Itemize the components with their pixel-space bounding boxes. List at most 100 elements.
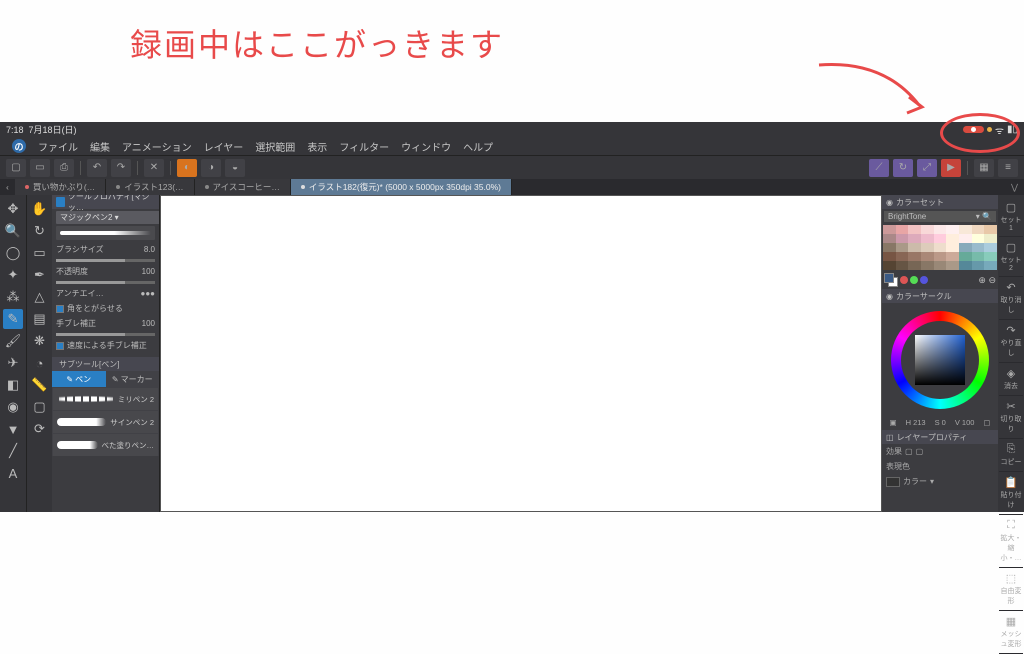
swatch[interactable] bbox=[972, 261, 985, 270]
swatch[interactable] bbox=[896, 252, 909, 261]
swatch[interactable] bbox=[883, 225, 896, 234]
swatch[interactable] bbox=[934, 243, 947, 252]
opacity-slider[interactable] bbox=[56, 281, 155, 284]
opacity-value[interactable]: 100 bbox=[142, 267, 155, 276]
swatch[interactable] bbox=[972, 234, 985, 243]
swatch[interactable] bbox=[896, 225, 909, 234]
app-logo-icon[interactable]: の bbox=[12, 139, 26, 153]
swatch[interactable] bbox=[959, 234, 972, 243]
pen-tool[interactable]: ✎ bbox=[3, 309, 23, 329]
swatch[interactable] bbox=[908, 252, 921, 261]
swatch[interactable] bbox=[984, 243, 997, 252]
correct-tool[interactable]: ⟳ bbox=[30, 419, 50, 439]
swatch[interactable] bbox=[934, 252, 947, 261]
rec-button[interactable]: ▶ bbox=[941, 159, 961, 177]
tab-prev-icon[interactable]: ‹ bbox=[0, 182, 15, 192]
new-button[interactable]: ▢ bbox=[6, 159, 26, 177]
antialias-toggle[interactable]: ●●● bbox=[141, 289, 156, 298]
airbrush-tool[interactable]: ✈ bbox=[3, 353, 23, 373]
swatch[interactable] bbox=[946, 243, 959, 252]
swatch[interactable] bbox=[921, 261, 934, 270]
swatch[interactable] bbox=[921, 234, 934, 243]
swatch[interactable] bbox=[908, 261, 921, 270]
recent-color-3[interactable] bbox=[920, 276, 928, 284]
side-action-5[interactable]: ✂切り取り bbox=[999, 396, 1023, 439]
side-action-3[interactable]: ↷やり直し bbox=[999, 320, 1023, 363]
swatch[interactable] bbox=[934, 234, 947, 243]
layer-color-chip[interactable] bbox=[886, 477, 900, 487]
move-tool[interactable]: ✥ bbox=[3, 199, 23, 219]
menu-selection[interactable]: 選択範囲 bbox=[255, 139, 295, 154]
menu-file[interactable]: ファイル bbox=[38, 139, 78, 154]
undo-button[interactable]: ↶ bbox=[87, 159, 107, 177]
side-action-8[interactable]: ⛶拡大・縮小・… bbox=[999, 515, 1023, 568]
brush-size-slider[interactable] bbox=[56, 259, 155, 262]
shape-tool[interactable]: △ bbox=[30, 287, 50, 307]
swatch[interactable] bbox=[883, 252, 896, 261]
select3-button[interactable]: ◒ bbox=[225, 159, 245, 177]
swatch[interactable] bbox=[972, 225, 985, 234]
brush-item-1[interactable]: ミリペン 2 bbox=[53, 388, 158, 410]
menu-button[interactable]: ≡ bbox=[998, 159, 1018, 177]
color-set-select[interactable]: BrightTone▾ 🔍 bbox=[884, 211, 996, 222]
pen2-tool[interactable]: ✒ bbox=[30, 265, 50, 285]
swatch[interactable] bbox=[984, 234, 997, 243]
doc-tab-1[interactable]: 買い物かぶり(… bbox=[15, 179, 106, 195]
menu-help[interactable]: ヘルプ bbox=[463, 139, 493, 154]
swatch[interactable] bbox=[972, 252, 985, 261]
swatch[interactable] bbox=[921, 252, 934, 261]
save-button[interactable]: ⎙ bbox=[54, 159, 74, 177]
menu-filter[interactable]: フィルター bbox=[339, 139, 389, 154]
brush-item-3[interactable]: べた塗りペン… bbox=[53, 434, 158, 456]
swatch[interactable] bbox=[984, 252, 997, 261]
swatch[interactable] bbox=[896, 234, 909, 243]
menu-animation[interactable]: アニメーション bbox=[122, 139, 192, 154]
side-action-6[interactable]: ⎘コピー bbox=[999, 439, 1023, 472]
swatch[interactable] bbox=[959, 261, 972, 270]
doc-tab-4[interactable]: イラスト182(復元)* (5000 x 5000px 350dpi 35.0%… bbox=[291, 179, 512, 195]
eraser-tool[interactable]: ◧ bbox=[3, 375, 23, 395]
swatch[interactable] bbox=[959, 225, 972, 234]
side-action-10[interactable]: ▦メッシュ変形 bbox=[999, 611, 1023, 654]
stabilize-slider[interactable] bbox=[56, 333, 155, 336]
grid-button[interactable]: ▦ bbox=[974, 159, 994, 177]
doc-tab-2[interactable]: イラスト123(… bbox=[106, 179, 194, 195]
swatch[interactable] bbox=[908, 225, 921, 234]
swatch[interactable] bbox=[883, 261, 896, 270]
rotate-tool[interactable]: ↻ bbox=[30, 221, 50, 241]
menu-view[interactable]: 表示 bbox=[307, 139, 327, 154]
effect-btn-1[interactable]: ▢ bbox=[905, 447, 913, 456]
gradient-tool[interactable]: ▤ bbox=[30, 309, 50, 329]
nav3-button[interactable]: ⤢ bbox=[917, 159, 937, 177]
subtool-tab-pen[interactable]: ✎ ペン bbox=[52, 371, 106, 387]
swatch[interactable] bbox=[934, 225, 947, 234]
lasso-tool[interactable]: ◯ bbox=[3, 243, 23, 263]
swatch[interactable] bbox=[921, 225, 934, 234]
side-action-0[interactable]: ▢セット1 bbox=[999, 197, 1023, 237]
swatch[interactable] bbox=[934, 261, 947, 270]
select-orange-button[interactable]: ◐ bbox=[177, 159, 197, 177]
blend-tool[interactable]: ◉ bbox=[3, 397, 23, 417]
side-action-4[interactable]: ◈消去 bbox=[999, 363, 1023, 396]
wand-tool[interactable]: ✦ bbox=[3, 265, 23, 285]
stabilize-value[interactable]: 100 bbox=[142, 319, 155, 328]
canvas[interactable] bbox=[160, 195, 882, 512]
nav2-button[interactable]: ↻ bbox=[893, 159, 913, 177]
swatch[interactable] bbox=[908, 243, 921, 252]
menu-window[interactable]: ウィンドウ bbox=[401, 139, 451, 154]
open-button[interactable]: ▭ bbox=[30, 159, 50, 177]
speed-checkbox[interactable] bbox=[56, 342, 64, 350]
side-action-7[interactable]: 📋貼り付け bbox=[999, 472, 1023, 515]
mode-icon[interactable]: ▢ bbox=[983, 418, 990, 427]
corner-checkbox[interactable] bbox=[56, 305, 64, 313]
swatch[interactable] bbox=[921, 243, 934, 252]
swatch[interactable] bbox=[946, 234, 959, 243]
select2-button[interactable]: ◑ bbox=[201, 159, 221, 177]
swatch[interactable] bbox=[946, 261, 959, 270]
redo-button[interactable]: ↷ bbox=[111, 159, 131, 177]
tab-close-icon[interactable]: ⋁ bbox=[1005, 182, 1024, 193]
recent-color-2[interactable] bbox=[910, 276, 918, 284]
line-tool[interactable]: ╱ bbox=[3, 441, 23, 461]
eyedropper-tool[interactable]: ⁂ bbox=[3, 287, 23, 307]
menu-layer[interactable]: レイヤー bbox=[204, 139, 244, 154]
